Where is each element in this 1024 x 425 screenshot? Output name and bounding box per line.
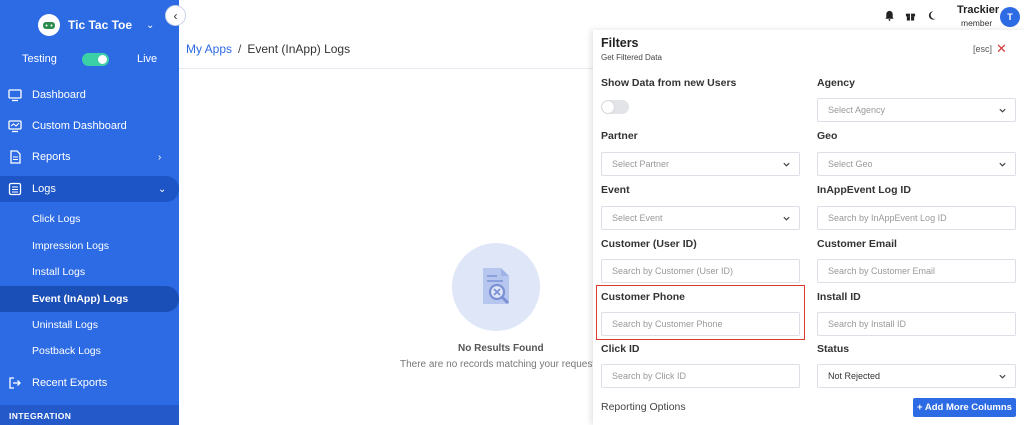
install-id-label: Install ID [817, 291, 861, 303]
sidebar-subitem-click-logs[interactable]: Click Logs [0, 206, 179, 232]
gift-icon[interactable] [905, 10, 916, 21]
sidebar: Tic Tac Toe ⌄ Testing Live Dashboard Cus… [0, 0, 179, 425]
divider [179, 68, 594, 69]
reporting-options-label: Reporting Options [601, 401, 686, 413]
env-live-label: Live [137, 53, 158, 65]
app-switcher[interactable]: Tic Tac Toe ⌄ [38, 14, 154, 36]
click-id-input[interactable]: Search by Click ID [601, 364, 800, 388]
sidebar-item-custom-dashboard[interactable]: Custom Dashboard [0, 113, 179, 139]
sidebar-subitem-install-logs[interactable]: Install Logs [0, 259, 179, 285]
top-icons [884, 10, 937, 21]
env-testing-label: Testing [22, 53, 57, 65]
chevron-down-icon: ⌄ [158, 183, 167, 195]
chevron-down-icon [999, 108, 1006, 113]
empty-state-subtitle: There are no records matching your reque… [400, 359, 596, 370]
esc-hint: [esc] [973, 44, 993, 54]
export-icon [9, 377, 21, 389]
sidebar-item-reports[interactable]: Reports › [0, 144, 179, 170]
customer-user-id-label: Customer (User ID) [601, 238, 697, 250]
chevron-down-icon [999, 162, 1006, 167]
agency-label: Agency [817, 77, 855, 89]
install-id-input[interactable]: Search by Install ID [817, 312, 1016, 336]
sidebar-subitem-uninstall-logs[interactable]: Uninstall Logs [0, 312, 179, 338]
chart-monitor-icon [8, 120, 22, 133]
close-icon[interactable]: ✕ [996, 41, 1007, 57]
breadcrumb-my-apps[interactable]: My Apps [186, 42, 232, 56]
sidebar-subitem-impression-logs[interactable]: Impression Logs [0, 233, 179, 259]
customer-user-id-input[interactable]: Search by Customer (User ID) [601, 259, 800, 283]
sidebar-item-recent-exports[interactable]: Recent Exports [0, 370, 179, 396]
geo-select[interactable]: Select Geo [817, 152, 1016, 176]
customer-phone-highlight [596, 285, 805, 340]
user-role: member [961, 18, 993, 28]
show-new-users-toggle[interactable] [601, 100, 629, 114]
partner-label: Partner [601, 130, 638, 142]
status-select[interactable]: Not Rejected [817, 364, 1016, 388]
show-new-users-label: Show Data from new Users [601, 77, 737, 89]
event-label: Event [601, 184, 630, 196]
sidebar-item-dashboard[interactable]: Dashboard [0, 82, 179, 108]
list-icon [8, 182, 22, 196]
sidebar-subitem-postback-logs[interactable]: Postback Logs [0, 338, 179, 364]
chevron-left-icon: ‹ [173, 8, 178, 23]
chevron-right-icon: › [158, 151, 162, 163]
customer-email-input[interactable]: Search by Customer Email [817, 259, 1016, 283]
moon-icon[interactable] [926, 10, 937, 21]
filters-panel: Filters Get Filtered Data [esc] ✕ Show D… [593, 30, 1024, 425]
sidebar-subitem-event-logs[interactable]: Event (InApp) Logs [0, 286, 179, 312]
chevron-down-icon [783, 216, 790, 221]
breadcrumb-current: Event (InApp) Logs [247, 42, 351, 56]
section-integration-header: INTEGRATION [0, 405, 179, 425]
chevron-down-icon [999, 374, 1006, 379]
geo-label: Geo [817, 130, 838, 142]
inapp-log-id-input[interactable]: Search by InAppEvent Log ID [817, 206, 1016, 230]
document-search-icon [483, 268, 509, 304]
app-name: Tic Tac Toe [68, 18, 133, 32]
customer-email-label: Customer Email [817, 238, 897, 250]
empty-state-title: No Results Found [458, 343, 544, 354]
collapse-sidebar-button[interactable]: ‹ [165, 5, 186, 26]
filters-title: Filters [601, 36, 639, 50]
game-controller-icon [38, 14, 60, 36]
sidebar-item-logs[interactable]: Logs ⌄ [0, 176, 179, 202]
chevron-down-icon [783, 162, 790, 167]
filters-subtitle: Get Filtered Data [601, 53, 662, 62]
bell-icon[interactable] [884, 10, 895, 21]
document-icon [10, 150, 21, 164]
add-more-columns-button[interactable]: + Add More Columns [913, 398, 1016, 417]
partner-select[interactable]: Select Partner [601, 152, 800, 176]
click-id-label: Click ID [601, 343, 640, 355]
avatar[interactable]: T [1000, 7, 1020, 27]
breadcrumb: My Apps / Event (InApp) Logs [186, 42, 351, 56]
inapp-log-id-label: InAppEvent Log ID [817, 184, 911, 196]
empty-state-illustration [452, 243, 540, 331]
user-name: Trackier [957, 4, 1000, 16]
status-label: Status [817, 343, 850, 355]
agency-select[interactable]: Select Agency [817, 98, 1016, 122]
environment-switch: Testing Live [0, 52, 179, 68]
monitor-icon [8, 89, 22, 102]
event-select[interactable]: Select Event [601, 206, 800, 230]
chevron-down-icon: ⌄ [146, 19, 155, 31]
environment-toggle[interactable] [82, 53, 109, 66]
